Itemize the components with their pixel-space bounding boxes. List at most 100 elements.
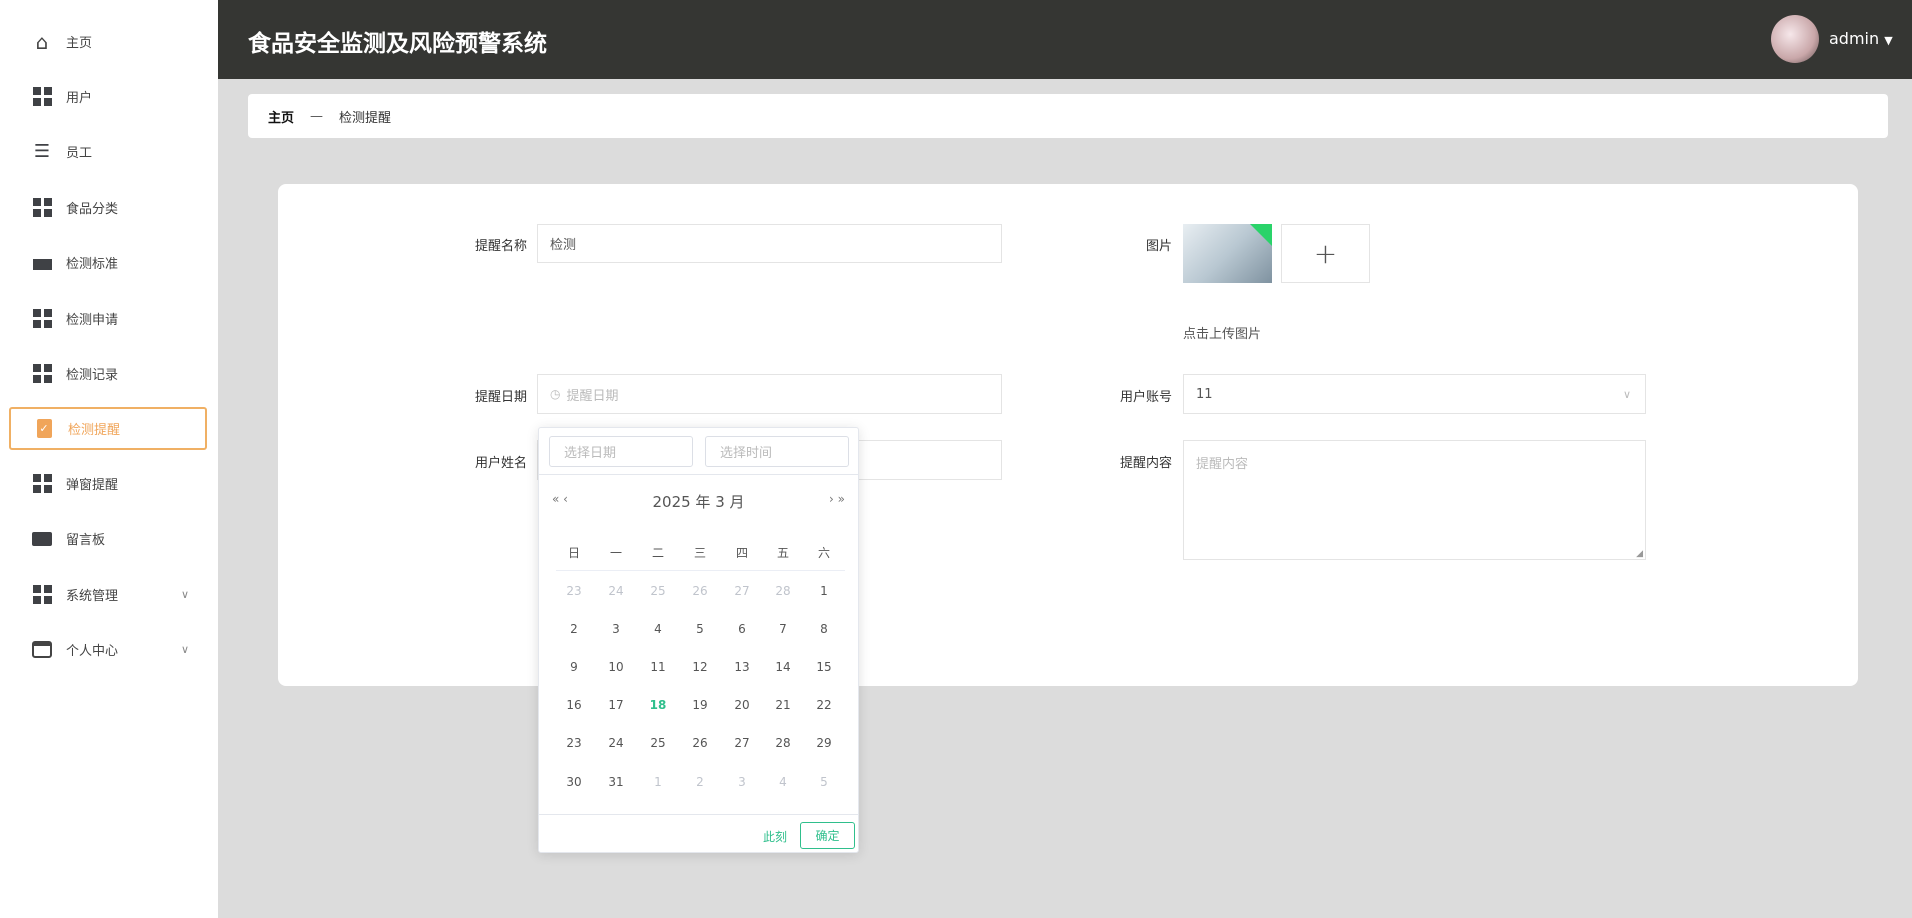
- image-label: 图片: [1145, 239, 1172, 254]
- calendar-day[interactable]: 12: [682, 660, 718, 674]
- app-title: 食品安全监测及风险预警系统: [248, 31, 547, 57]
- date-input[interactable]: ◷ 提醒日期: [537, 374, 1002, 414]
- calendar-day[interactable]: 28: [765, 736, 801, 750]
- sidebar: ⌂ 主页用户 ☰ 员工食品分类检测标准检测申请检测记录 ✓ 检测提醒弹窗提醒留言板系统管理…: [0, 0, 218, 918]
- sidebar-item-label: 用户: [66, 91, 93, 106]
- calendar-day[interactable]: 6: [724, 622, 760, 636]
- account-select[interactable]: 11 ∨: [1183, 374, 1646, 414]
- ticket-icon: [32, 529, 52, 549]
- weekday-header: 六: [817, 546, 830, 560]
- breadcrumb-current: 检测提醒: [339, 110, 392, 126]
- grid-icon: [32, 585, 52, 605]
- weekday-header: 一: [609, 546, 622, 560]
- weekday-header: 二: [651, 546, 664, 560]
- sidebar-item-label: 留言板: [66, 533, 106, 548]
- calendar-day[interactable]: 20: [724, 698, 760, 712]
- calendar-day[interactable]: 29: [806, 736, 842, 750]
- name-input[interactable]: 检测: [537, 224, 1002, 263]
- breadcrumb-separator: —: [310, 108, 324, 124]
- sidebar-item-10[interactable]: 系统管理 ∨: [9, 573, 207, 616]
- sidebar-item-5[interactable]: 检测申请: [9, 297, 207, 340]
- calendar-day[interactable]: 7: [765, 622, 801, 636]
- calendar-day[interactable]: 31: [598, 775, 634, 789]
- user-menu[interactable]: admin ▼: [1829, 29, 1893, 48]
- confirm-button[interactable]: 确定: [800, 822, 855, 849]
- sidebar-item-label: 检测申请: [66, 313, 119, 328]
- sidebar-item-8[interactable]: 弹窗提醒: [9, 462, 207, 505]
- sidebar-item-label: 员工: [66, 146, 93, 161]
- weekday-header: 三: [693, 546, 706, 560]
- picker-date-input[interactable]: 选择日期: [549, 436, 693, 467]
- sidebar-item-label: 个人中心: [66, 644, 119, 659]
- calendar-day[interactable]: 1: [640, 775, 676, 789]
- calendar-day[interactable]: 2: [556, 622, 592, 636]
- resize-handle-icon[interactable]: ◢: [1636, 549, 1643, 559]
- content-label: 提醒内容: [1119, 456, 1172, 471]
- calendar-day-today[interactable]: 18: [640, 698, 676, 712]
- sidebar-item-label: 检测记录: [66, 368, 119, 383]
- calendar-day[interactable]: 14: [765, 660, 801, 674]
- calendar-day[interactable]: 15: [806, 660, 842, 674]
- calendar-day[interactable]: 27: [724, 584, 760, 598]
- sidebar-item-1[interactable]: 用户: [9, 75, 207, 118]
- chevron-down-icon: ∨: [1622, 387, 1631, 401]
- calendar-day[interactable]: 19: [682, 698, 718, 712]
- calendar-day[interactable]: 3: [598, 622, 634, 636]
- calendar-day[interactable]: 16: [556, 698, 592, 712]
- caret-down-icon: ▼: [1884, 34, 1893, 47]
- calendar-day[interactable]: 24: [598, 584, 634, 598]
- calendar-day[interactable]: 9: [556, 660, 592, 674]
- calendar-day[interactable]: 30: [556, 775, 592, 789]
- upload-add-button[interactable]: +: [1281, 224, 1370, 283]
- calendar-day[interactable]: 27: [724, 736, 760, 750]
- picker-time-input[interactable]: 选择时间: [705, 436, 849, 467]
- next-month-year-buttons[interactable]: › »: [829, 492, 845, 506]
- calendar-day[interactable]: 2: [682, 775, 718, 789]
- uploaded-image-thumbnail[interactable]: [1183, 224, 1272, 283]
- sidebar-item-2[interactable]: ☰ 员工: [9, 130, 207, 173]
- sidebar-item-11[interactable]: 个人中心 ∨: [9, 628, 207, 671]
- sidebar-item-4[interactable]: 检测标准: [9, 241, 207, 284]
- calendar-day[interactable]: 22: [806, 698, 842, 712]
- sidebar-item-7[interactable]: ✓ 检测提醒: [9, 407, 207, 450]
- calendar-day[interactable]: 5: [806, 775, 842, 789]
- date-label: 提醒日期: [474, 390, 527, 405]
- calendar-day[interactable]: 17: [598, 698, 634, 712]
- now-button[interactable]: 此刻: [763, 828, 787, 845]
- calendar-day[interactable]: 28: [765, 584, 801, 598]
- calendar-day[interactable]: 25: [640, 584, 676, 598]
- grid-icon: [32, 364, 52, 384]
- grid-icon: [32, 198, 52, 218]
- calendar-day[interactable]: 25: [640, 736, 676, 750]
- avatar[interactable]: [1771, 15, 1819, 63]
- calendar-day[interactable]: 1: [806, 584, 842, 598]
- weekday-header: 五: [776, 546, 789, 560]
- calendar-day[interactable]: 23: [556, 736, 592, 750]
- sidebar-item-label: 检测标准: [66, 257, 119, 272]
- picker-time-placeholder: 选择时间: [720, 446, 773, 461]
- calendar-day[interactable]: 4: [640, 622, 676, 636]
- sidebar-item-6[interactable]: 检测记录: [9, 352, 207, 395]
- sidebar-item-9[interactable]: 留言板: [9, 517, 207, 560]
- content-textarea[interactable]: 提醒内容 ◢: [1183, 440, 1646, 560]
- briefcase-icon: [32, 253, 52, 273]
- calendar-day[interactable]: 4: [765, 775, 801, 789]
- month-title[interactable]: 2025 年 3 月: [539, 491, 858, 512]
- sidebar-item-0[interactable]: ⌂ 主页: [9, 20, 207, 63]
- calendar-day[interactable]: 5: [682, 622, 718, 636]
- calendar-day[interactable]: 11: [640, 660, 676, 674]
- calendar-day[interactable]: 10: [598, 660, 634, 674]
- sidebar-item-3[interactable]: 食品分类: [9, 186, 207, 229]
- calendar-day[interactable]: 8: [806, 622, 842, 636]
- calendar-day[interactable]: 24: [598, 736, 634, 750]
- card-icon: [32, 640, 52, 660]
- calendar-day[interactable]: 23: [556, 584, 592, 598]
- calendar-day[interactable]: 21: [765, 698, 801, 712]
- calendar-day[interactable]: 3: [724, 775, 760, 789]
- calendar-day[interactable]: 26: [682, 736, 718, 750]
- grid-icon: [32, 474, 52, 494]
- breadcrumb-home[interactable]: 主页: [268, 107, 294, 126]
- calendar-day[interactable]: 26: [682, 584, 718, 598]
- calendar-day[interactable]: 13: [724, 660, 760, 674]
- sidebar-item-label: 系统管理: [66, 589, 119, 604]
